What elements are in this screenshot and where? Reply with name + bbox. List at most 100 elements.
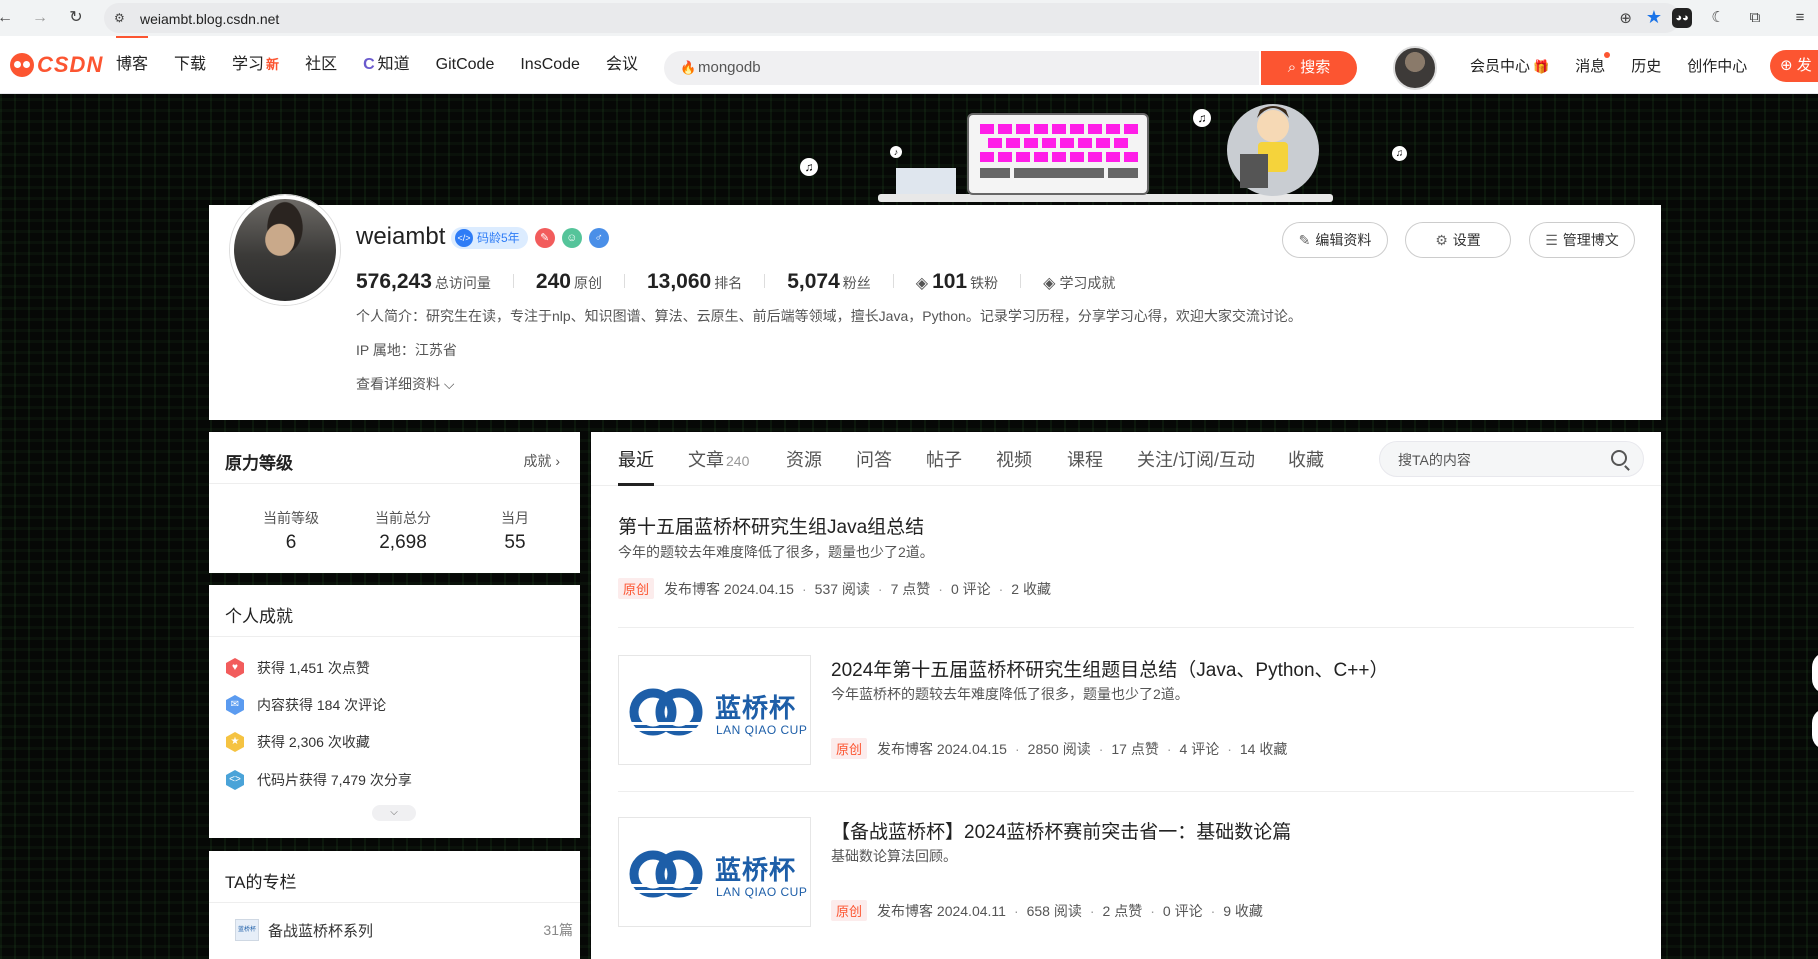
nav-vip[interactable]: 会员中心 🎁: [1470, 55, 1549, 76]
hot-flame-icon: 🔥: [680, 60, 697, 75]
divider: [892, 274, 894, 288]
top-nav: 博客 下载 学习新 社区 C 知道 GitCode InsCode 会议: [116, 36, 664, 94]
article-item[interactable]: 蓝桥杯 LAN QIAO CUP 2024年第十五届蓝桥杯研究生组题目总结（Ja…: [618, 655, 1634, 767]
gender-male-icon[interactable]: ♂: [588, 228, 609, 248]
profile-name: weiambt: [356, 223, 446, 250]
article-title[interactable]: 第十五届蓝桥杯研究生组Java组总结: [618, 512, 924, 539]
tab-posts[interactable]: 帖子: [926, 446, 962, 486]
user-avatar[interactable]: [1393, 46, 1437, 90]
stat-fans[interactable]: 5,074 粉丝: [787, 270, 871, 294]
force-level-card: 原力等级 成就 › 当前等级 6 当前总分 2,698 当月 55: [209, 432, 580, 573]
nav-zhidao[interactable]: C 知道: [363, 36, 410, 94]
article-thumbnail[interactable]: 蓝桥杯 LAN QIAO CUP: [618, 655, 811, 765]
tab-recent[interactable]: 最近: [618, 446, 654, 486]
nav-learn[interactable]: 学习新: [232, 36, 279, 94]
nav-download[interactable]: 下载: [174, 36, 206, 94]
expand-chevron-icon[interactable]: ⌵: [372, 805, 416, 821]
csdn-logo[interactable]: CSDN: [10, 52, 103, 77]
stat-rank[interactable]: 13,060 排名: [647, 270, 742, 294]
comment-badge-icon: ✉: [226, 695, 244, 715]
member-icon[interactable]: ☺: [561, 228, 582, 248]
original-tag: 原创: [831, 738, 868, 759]
achievement-shares: <> 代码片获得 7,479 次分享: [225, 768, 412, 792]
edit-profile-button[interactable]: ✎ 编辑资料: [1282, 222, 1388, 258]
manage-posts-button[interactable]: ☰ 管理博文: [1529, 222, 1635, 258]
tab-qa[interactable]: 问答: [856, 446, 892, 486]
blog-expert-icon[interactable]: ✎: [534, 228, 555, 248]
nav-messages[interactable]: 消息: [1575, 51, 1611, 76]
bookmark-star-icon[interactable]: ★: [1646, 7, 1662, 28]
original-tag: 原创: [618, 578, 655, 599]
column-item[interactable]: 蓝桥杯 备战蓝桥杯系列 31篇: [225, 919, 573, 941]
article-title[interactable]: 【备战蓝桥杯】2024蓝桥杯赛前突击省一：基础数论篇: [831, 817, 1291, 844]
publish-button[interactable]: ⊕ 发: [1770, 50, 1818, 82]
music-note-icon: ♫: [800, 158, 818, 176]
like-badge-icon: ♥: [226, 658, 244, 678]
article-thumbnail[interactable]: 蓝桥杯 LAN QIAO CUP: [618, 817, 811, 927]
nav-gitcode[interactable]: GitCode: [436, 36, 495, 94]
reload-icon[interactable]: ↻: [65, 7, 87, 29]
original-tag: 原创: [831, 900, 868, 921]
zhidao-icon: C: [363, 56, 375, 73]
gear-icon: ⚙: [1435, 232, 1448, 248]
profile-bio: 个人简介：研究生在读，专注于nlp、知识图谱、算法、云原生、前后端等领域，擅长J…: [356, 308, 1302, 324]
stat-iron-fans[interactable]: ◈ 101 铁粉: [916, 270, 998, 294]
achievement-favorites: ★ 获得 2,306 次收藏: [225, 730, 370, 754]
profile-card: weiambt </> 码龄5年 ✎ ☺ ♂ 576,243 总访问量 240 原创 …: [209, 195, 1661, 420]
code-badge-icon: </>: [455, 229, 473, 247]
extension-moon-icon[interactable]: ☾: [1708, 8, 1728, 28]
extension-owl-icon[interactable]: ◕◕: [1672, 8, 1692, 28]
divider: [512, 274, 514, 288]
divider: [764, 274, 766, 288]
article-desc: 基础数论算法回顾。: [831, 848, 957, 864]
site-info-icon[interactable]: ⚙: [114, 11, 128, 25]
nav-blog[interactable]: 博客: [116, 36, 149, 94]
nav-creator[interactable]: 创作中心: [1687, 55, 1747, 76]
content-search-input[interactable]: 搜TA的内容: [1379, 441, 1644, 477]
gift-icon: 🎁: [1533, 58, 1550, 74]
achievement-link[interactable]: 成就 ›: [523, 451, 560, 471]
back-icon[interactable]: ←: [0, 7, 16, 29]
nav-inscode[interactable]: InsCode: [520, 36, 580, 94]
tab-favorites[interactable]: 收藏: [1288, 446, 1324, 486]
stat-visits[interactable]: 576,243 总访问量: [356, 270, 491, 294]
tab-videos[interactable]: 视频: [996, 446, 1032, 486]
card-title: 个人成就: [225, 607, 293, 626]
nav-meeting[interactable]: 会议: [606, 36, 638, 94]
lanqiao-logo-icon: [629, 850, 707, 898]
settings-button[interactable]: ⚙ 设置: [1405, 222, 1511, 258]
reading-list-icon[interactable]: ≡: [1790, 8, 1810, 28]
chevron-down-icon: ⌵: [440, 376, 455, 392]
tab-articles[interactable]: 文章 240: [688, 446, 749, 486]
stat-original[interactable]: 240 原创: [536, 270, 602, 294]
edit-icon: ✎: [1298, 232, 1311, 248]
search-button[interactable]: ⌕ 搜索: [1261, 51, 1357, 85]
nav-history[interactable]: 历史: [1631, 55, 1661, 76]
code-age-badge[interactable]: </> 码龄5年: [451, 227, 528, 249]
article-meta: 原创 发布博客 2024.04.15 · 537 阅读 · 7 点赞 · 0 评论 · …: [618, 578, 1051, 599]
article-title[interactable]: 2024年第十五届蓝桥杯研究生组题目总结（Java、Python、C++）: [831, 655, 1388, 682]
extensions-puzzle-icon[interactable]: ⧉: [1745, 8, 1765, 28]
address-bar[interactable]: ⚙ weiambt.blog.csdn.net ⊕ ★: [104, 3, 1680, 33]
view-details-link[interactable]: 查看详细资料 ⌵: [356, 374, 455, 394]
article-item[interactable]: 第十五届蓝桥杯研究生组Java组总结 今年的题较去年难度降低了很多，题量也少了2…: [618, 512, 1634, 599]
search-icon[interactable]: [1611, 450, 1627, 466]
tab-courses[interactable]: 课程: [1067, 446, 1103, 486]
level-month: 当月 55: [501, 510, 529, 553]
tab-resources[interactable]: 资源: [786, 446, 822, 486]
article-desc: 今年蓝桥杯的题较去年难度降低了很多，题量也少了2道。: [831, 686, 1189, 702]
divider: [623, 274, 625, 288]
study-icon: ◈: [1043, 275, 1056, 292]
article-item[interactable]: 蓝桥杯 LAN QIAO CUP 【备战蓝桥杯】2024蓝桥杯赛前突击省一：基础…: [618, 817, 1634, 929]
url-text[interactable]: weiambt.blog.csdn.net: [140, 11, 279, 27]
content-tabs: 最近 文章 240 资源 问答 帖子 视频 课程 关注/订阅/互动 收藏 搜TA的…: [591, 432, 1661, 486]
profile-avatar[interactable]: [230, 195, 340, 305]
zoom-icon[interactable]: ⊕: [1619, 9, 1632, 27]
nav-community[interactable]: 社区: [305, 36, 337, 94]
new-badge: 新: [266, 57, 280, 72]
forward-icon[interactable]: →: [29, 7, 51, 29]
csdn-mascot-icon: [10, 53, 34, 77]
tab-follow[interactable]: 关注/订阅/互动: [1137, 446, 1255, 486]
study-achievement-link[interactable]: ◈ 学习成就: [1043, 273, 1115, 293]
search-input[interactable]: 🔥 mongodb: [664, 51, 1259, 85]
